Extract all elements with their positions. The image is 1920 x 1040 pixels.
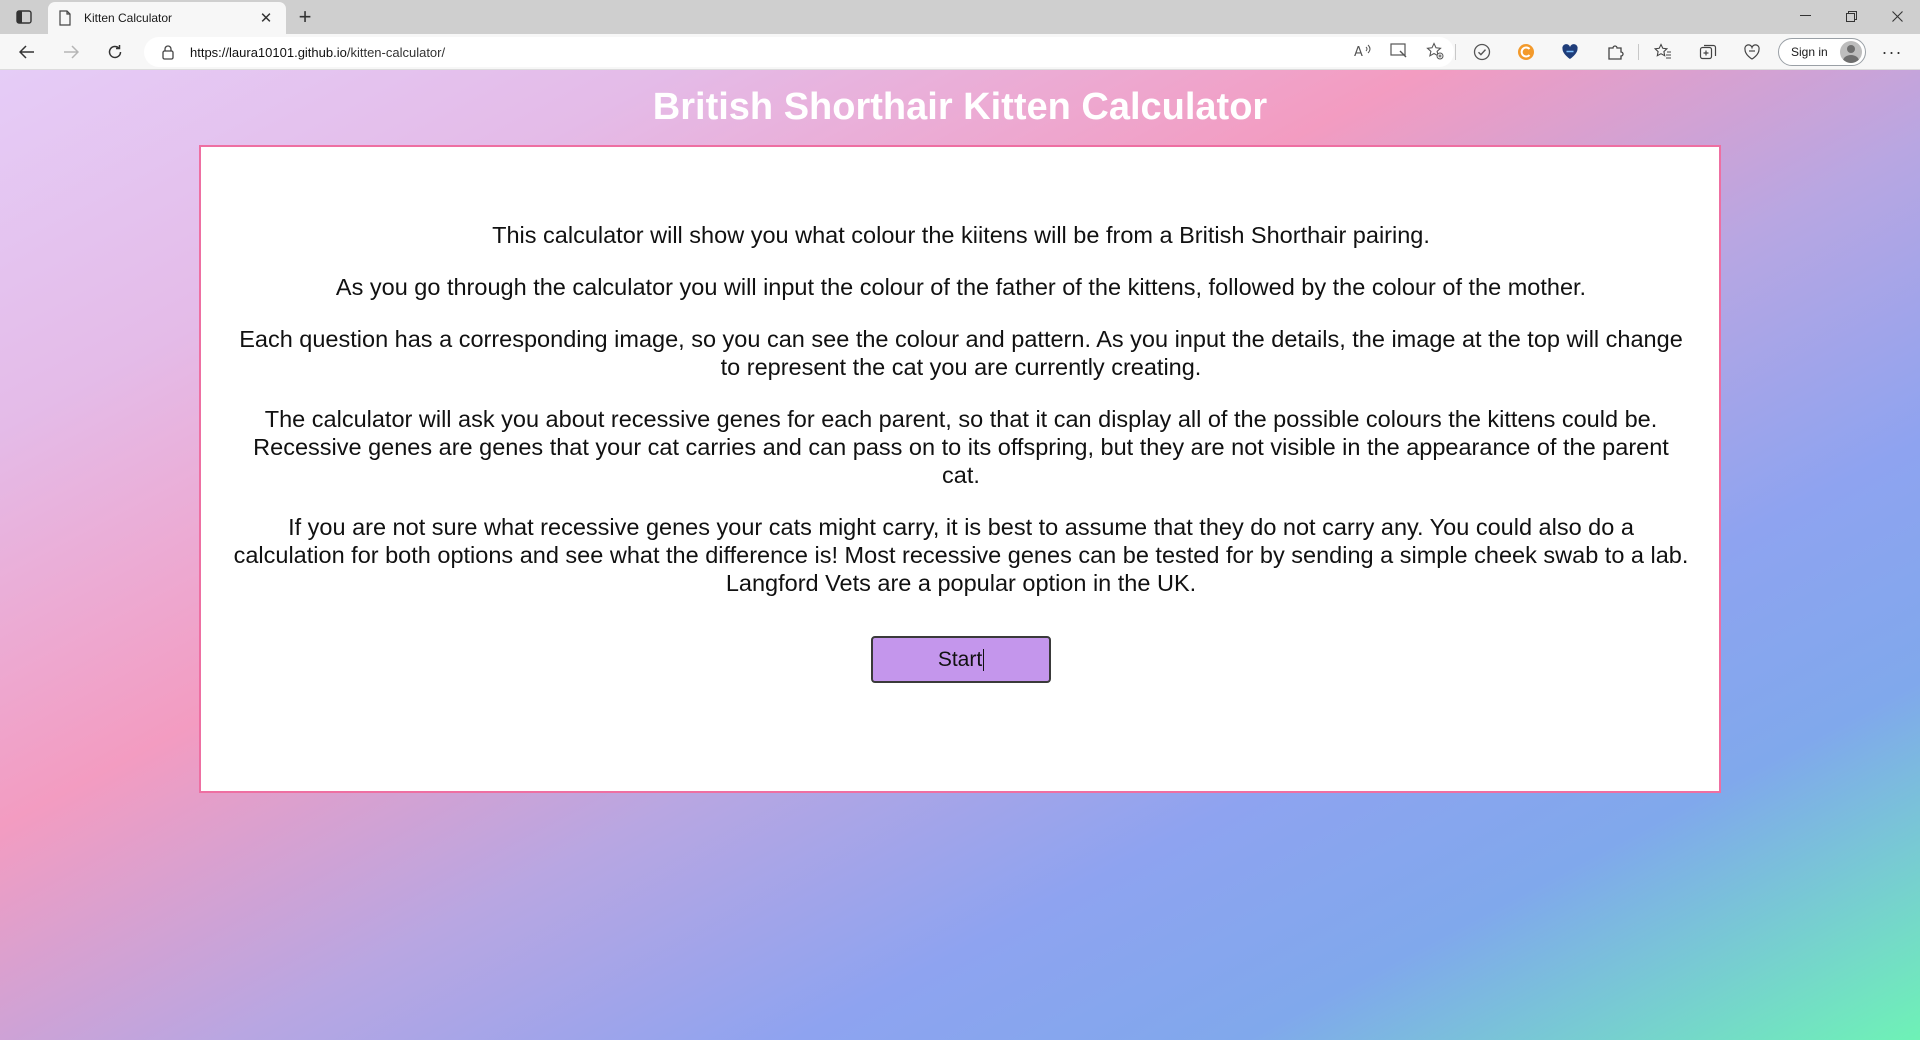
- back-icon[interactable]: [12, 38, 42, 66]
- refresh-icon[interactable]: [100, 38, 130, 66]
- browser-toolbar: https://laura10101.github.io/kitten-calc…: [0, 34, 1920, 70]
- close-tab-icon[interactable]: ✕: [256, 8, 276, 28]
- new-tab-icon[interactable]: +: [292, 4, 318, 29]
- minimize-icon[interactable]: [1782, 0, 1828, 32]
- sign-in-button[interactable]: Sign in: [1778, 38, 1866, 66]
- tab-title: Kitten Calculator: [84, 11, 173, 25]
- intro-paragraph-4: The calculator will ask you about recess…: [253, 406, 1669, 488]
- address-bar[interactable]: https://laura10101.github.io/kitten-calc…: [144, 37, 1454, 67]
- restore-icon[interactable]: [1828, 0, 1874, 32]
- more-options-icon[interactable]: ···: [1878, 40, 1906, 64]
- intro-card: This calculator will show you what colou…: [199, 145, 1721, 793]
- page-title: British Shorthair Kitten Calculator: [652, 86, 1268, 128]
- tracking-check-icon[interactable]: [1470, 41, 1494, 63]
- avatar-icon: [1840, 41, 1862, 63]
- svg-text:A: A: [1354, 45, 1363, 58]
- tab-bar: Kitten Calculator ✕ +: [0, 0, 1920, 34]
- page-icon: [59, 10, 71, 26]
- close-window-icon[interactable]: [1874, 0, 1920, 32]
- toolbar-separator: [1455, 44, 1456, 60]
- start-button-label: Start: [937, 647, 983, 671]
- text-caret: [983, 648, 985, 671]
- sign-in-label: Sign in: [1791, 45, 1828, 59]
- collections-icon[interactable]: [1696, 41, 1720, 63]
- url-path: /kitten-calculator/: [346, 44, 446, 60]
- intro-paragraph-3: Each question has a corresponding image,…: [239, 326, 1683, 380]
- browser-tab-kitten-calculator[interactable]: Kitten Calculator ✕: [48, 2, 286, 34]
- heart-shield-icon[interactable]: [1558, 41, 1582, 63]
- intro-paragraph-2: As you go through the calculator you wil…: [335, 274, 1587, 300]
- intro-paragraph-5: If you are not sure what recessive genes…: [233, 514, 1689, 596]
- extension-orange-icon[interactable]: [1514, 41, 1538, 63]
- url-text[interactable]: https://laura10101.github.io/kitten-calc…: [190, 45, 445, 60]
- intro-paragraph-1: This calculator will show you what colou…: [492, 222, 1430, 248]
- browser-essentials-icon[interactable]: [1740, 41, 1764, 63]
- tab-actions-icon[interactable]: [10, 6, 38, 28]
- extensions-puzzle-icon[interactable]: [1603, 41, 1627, 63]
- lock-icon[interactable]: [160, 44, 176, 60]
- immersive-reader-icon[interactable]: [1389, 41, 1409, 61]
- forward-icon: [56, 38, 86, 66]
- url-host: https://laura10101.github.io: [190, 44, 347, 60]
- favorites-icon[interactable]: [1651, 41, 1675, 63]
- page-viewport: British Shorthair Kitten Calculator This…: [0, 70, 1920, 1040]
- intro-text: This calculator will show you what colou…: [231, 221, 1691, 621]
- start-button[interactable]: Start: [871, 636, 1051, 683]
- add-favorite-icon[interactable]: [1425, 41, 1445, 61]
- toolbar-separator: [1638, 44, 1639, 60]
- read-aloud-icon[interactable]: A: [1353, 41, 1373, 61]
